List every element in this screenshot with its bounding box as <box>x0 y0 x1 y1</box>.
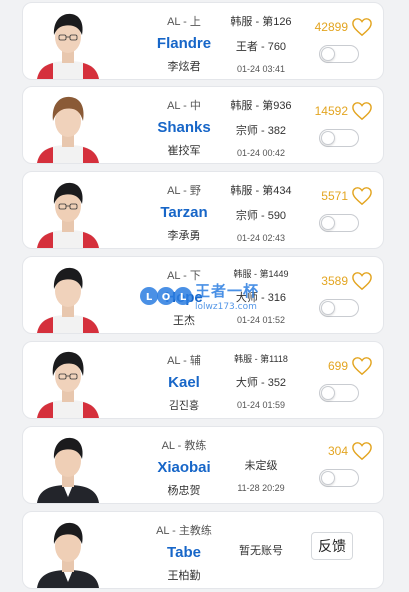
like-count: 3589 <box>321 274 348 288</box>
like-count: 699 <box>327 359 348 373</box>
tier-points: 大师 - 352 <box>235 377 287 389</box>
team-position: AL - 教练 <box>161 440 207 452</box>
update-time: 01-24 03:41 <box>236 64 286 74</box>
toggle-knob <box>321 301 335 315</box>
toggle-switch[interactable] <box>319 45 359 63</box>
player-card: AL - 主教练 Tabe 王柏勤 暂无账号 反馈 <box>22 511 384 589</box>
player-card: AL - 辅 Kael 김진홍 韩服 - 第1118 大师 - 352 01-2… <box>22 341 384 419</box>
server-rank: 韩服 - 第1449 <box>233 269 289 279</box>
toggle-switch[interactable] <box>319 384 359 402</box>
like-group[interactable]: 304 <box>328 441 373 461</box>
heart-icon[interactable] <box>351 101 373 121</box>
update-time: 01-24 01:52 <box>236 315 286 325</box>
tier-points: 王者 - 760 <box>235 41 287 53</box>
update-time: 01-24 00:42 <box>236 148 286 158</box>
no-account-label: 暂无账号 <box>239 545 283 557</box>
like-count: 42899 <box>314 20 348 34</box>
server-rank: 韩服 - 第126 <box>230 16 292 28</box>
player-photo <box>33 7 103 79</box>
like-group[interactable]: 14592 <box>315 101 373 121</box>
update-time: 01-24 02:43 <box>236 233 286 243</box>
tier-points: 宗师 - 590 <box>235 210 287 222</box>
toggle-switch[interactable] <box>319 214 359 232</box>
player-photo <box>33 431 103 503</box>
toggle-knob <box>321 386 335 400</box>
like-count: 14592 <box>314 104 348 118</box>
toggle-switch[interactable] <box>319 299 359 317</box>
toggle-knob <box>321 471 335 485</box>
heart-icon[interactable] <box>351 186 373 206</box>
player-card: AL - 野 Tarzan 李承勇 韩服 - 第434 宗师 - 590 01-… <box>22 171 384 249</box>
heart-icon[interactable] <box>351 271 373 291</box>
server-rank: 韩服 - 第936 <box>230 100 292 112</box>
tier-points: 大师 - 316 <box>235 292 287 304</box>
player-photo <box>33 91 103 163</box>
toggle-switch[interactable] <box>319 469 359 487</box>
update-time: 01-24 01:59 <box>236 400 286 410</box>
heart-icon[interactable] <box>351 17 373 37</box>
update-time: 11-28 20:29 <box>237 483 285 493</box>
player-card: AL - 中 Shanks 崔挍军 韩服 - 第936 宗师 - 382 01-… <box>22 86 384 164</box>
player-photo <box>33 516 103 588</box>
player-card: AL - 教练 Xiaobai 杨忠贺 未定级 11-28 20:29 304 <box>22 426 384 504</box>
server-rank: 韩服 - 第434 <box>230 185 292 197</box>
toggle-switch[interactable] <box>319 129 359 147</box>
team-position: AL - 主教练 <box>156 525 212 537</box>
feedback-button[interactable]: 反馈 <box>311 532 353 560</box>
toggle-knob <box>321 47 335 61</box>
player-photo <box>33 346 103 418</box>
player-real-name: 王柏勤 <box>167 570 201 582</box>
like-count: 304 <box>327 444 348 458</box>
like-group[interactable]: 42899 <box>315 17 373 37</box>
toggle-knob <box>321 131 335 145</box>
player-card: AL - 下 Hope 王杰 韩服 - 第1449 大师 - 316 01-24… <box>22 256 384 334</box>
tier-points: 未定级 <box>244 460 278 472</box>
like-group[interactable]: 5571 <box>321 186 373 206</box>
toggle-knob <box>321 216 335 230</box>
like-group[interactable]: 3589 <box>321 271 373 291</box>
tier-points: 宗师 - 382 <box>235 125 287 137</box>
like-count: 5571 <box>321 189 348 203</box>
server-rank: 韩服 - 第1118 <box>234 354 288 364</box>
heart-icon[interactable] <box>351 356 373 376</box>
player-card: AL - 上 Flandre 李炫君 韩服 - 第126 王者 - 760 01… <box>22 2 384 80</box>
player-photo <box>33 176 103 248</box>
like-group[interactable]: 699 <box>328 356 373 376</box>
heart-icon[interactable] <box>351 441 373 461</box>
player-photo <box>33 261 103 333</box>
